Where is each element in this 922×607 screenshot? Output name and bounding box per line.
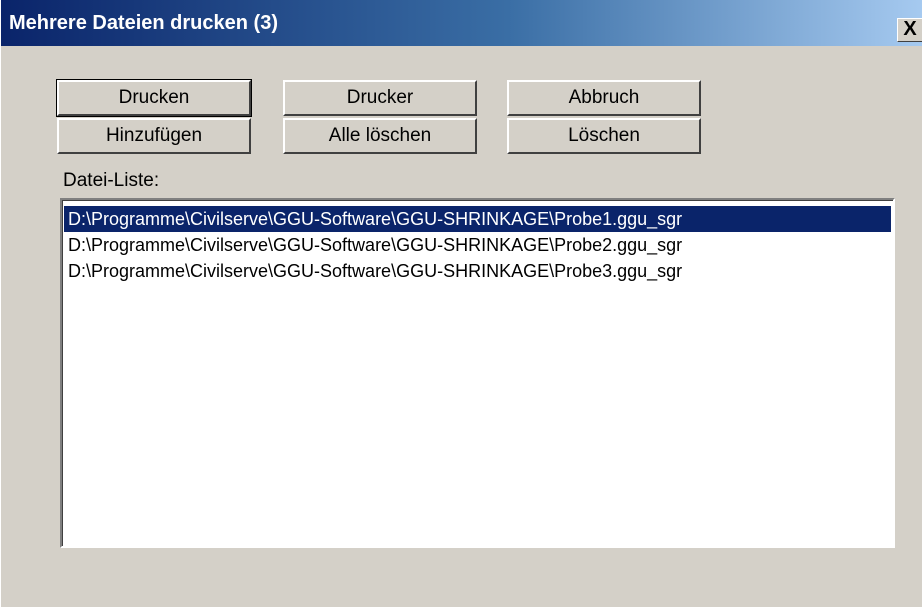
- delete-button[interactable]: Löschen: [507, 118, 701, 154]
- print-button[interactable]: Drucken: [56, 79, 252, 117]
- print-multiple-files-dialog: Mehrere Dateien drucken (3) X Drucken Dr…: [0, 0, 922, 607]
- printer-button[interactable]: Drucker: [283, 80, 477, 116]
- cancel-button[interactable]: Abbruch: [507, 80, 701, 116]
- close-icon: X: [903, 18, 917, 40]
- list-item[interactable]: D:\Programme\Civilserve\GGU-Software\GGU…: [64, 206, 891, 232]
- file-list[interactable]: D:\Programme\Civilserve\GGU-Software\GGU…: [60, 198, 895, 548]
- list-item[interactable]: D:\Programme\Civilserve\GGU-Software\GGU…: [64, 232, 891, 258]
- add-button[interactable]: Hinzufügen: [57, 118, 251, 154]
- title-bar[interactable]: Mehrere Dateien drucken (3) X: [1, 0, 922, 46]
- file-list-label: Datei-Liste:: [63, 170, 160, 191]
- dialog-title: Mehrere Dateien drucken (3): [9, 12, 278, 34]
- list-item[interactable]: D:\Programme\Civilserve\GGU-Software\GGU…: [64, 258, 891, 284]
- delete-all-button[interactable]: Alle löschen: [283, 118, 477, 154]
- close-button[interactable]: X: [897, 18, 922, 42]
